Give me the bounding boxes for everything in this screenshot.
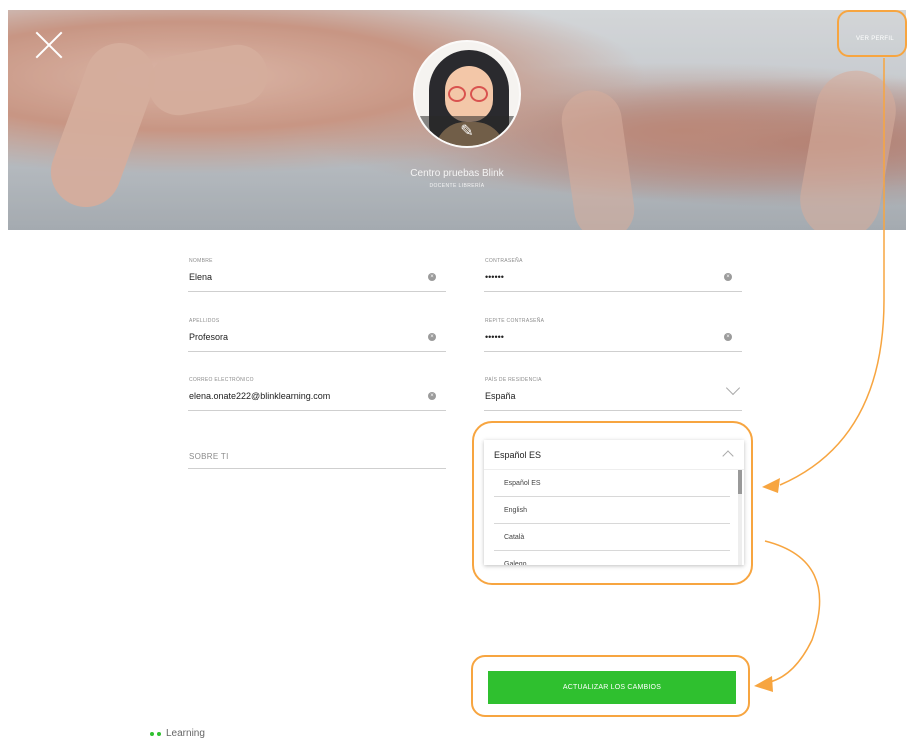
sobre-ti-label: SOBRE TI [189, 452, 229, 461]
chevron-down-icon[interactable] [725, 380, 741, 396]
update-changes-button[interactable]: ACTUALIZAR LOS CAMBIOS [488, 671, 736, 704]
pais-label: PAÍS DE RESIDENCIA [485, 377, 542, 383]
repite-contrasena-label: REPITE CONTRASEÑA [485, 318, 545, 324]
language-option[interactable]: English [494, 497, 730, 524]
arrow-head-2 [754, 676, 773, 692]
sobre-ti-field[interactable]: SOBRE TI [188, 442, 446, 469]
clear-icon[interactable]: × [724, 333, 732, 341]
repite-contrasena-value[interactable]: •••••• [485, 332, 504, 342]
user-role: DOCENTE LIBRERÍA [429, 183, 485, 189]
contrasena-field[interactable]: CONTRASEÑA •••••• × [484, 258, 742, 292]
language-option[interactable]: Galego [494, 551, 730, 565]
correo-value[interactable]: elena.onate222@blinklearning.com [189, 391, 330, 401]
pencil-icon: ✎ [460, 123, 474, 140]
profile-header-banner: VER PERFIL ✎ [8, 10, 906, 230]
contrasena-label: CONTRASEÑA [485, 258, 523, 264]
correo-field[interactable]: CORREO ELECTRÓNICO elena.onate222@blinkl… [188, 377, 446, 411]
clear-icon[interactable]: × [428, 273, 436, 281]
nombre-field[interactable]: NOMBRE Elena × [188, 258, 446, 292]
language-dropdown[interactable]: Español ES Español ES English Català Gal… [484, 440, 744, 565]
ver-perfil-button[interactable]: VER PERFIL [856, 36, 894, 42]
correo-label: CORREO ELECTRÓNICO [189, 377, 254, 383]
arrow-2 [764, 540, 821, 683]
pais-value[interactable]: España [485, 391, 516, 401]
clear-icon[interactable]: × [428, 333, 436, 341]
scrollbar-thumb[interactable] [738, 470, 742, 494]
close-icon[interactable] [34, 30, 64, 60]
centro-name: Centro pruebas Blink [410, 168, 504, 179]
repite-contrasena-field[interactable]: REPITE CONTRASEÑA •••••• × [484, 318, 742, 352]
arrow-head-1 [762, 478, 780, 493]
language-option[interactable]: Català [494, 524, 730, 551]
nombre-label: NOMBRE [189, 258, 213, 264]
clear-icon[interactable]: × [724, 273, 732, 281]
clear-icon[interactable]: × [428, 392, 436, 400]
avatar[interactable]: ✎ [413, 40, 521, 148]
apellidos-label: APELLIDOS [189, 318, 220, 324]
brand-logo: Learning [150, 728, 205, 739]
apellidos-field[interactable]: APELLIDOS Profesora × [188, 318, 446, 352]
edit-avatar-button[interactable]: ✎ [415, 116, 519, 146]
nombre-value[interactable]: Elena [189, 272, 212, 282]
apellidos-value[interactable]: Profesora [189, 332, 228, 342]
chevron-up-icon[interactable] [722, 450, 734, 462]
contrasena-value[interactable]: •••••• [485, 272, 504, 282]
language-selected[interactable]: Español ES [484, 440, 744, 470]
pais-select[interactable]: PAÍS DE RESIDENCIA España [484, 377, 742, 411]
language-option[interactable]: Español ES [494, 470, 730, 497]
profile-edit-page: VER PERFIL ✎ Centro pruebas Blink DOCENT… [0, 0, 914, 745]
